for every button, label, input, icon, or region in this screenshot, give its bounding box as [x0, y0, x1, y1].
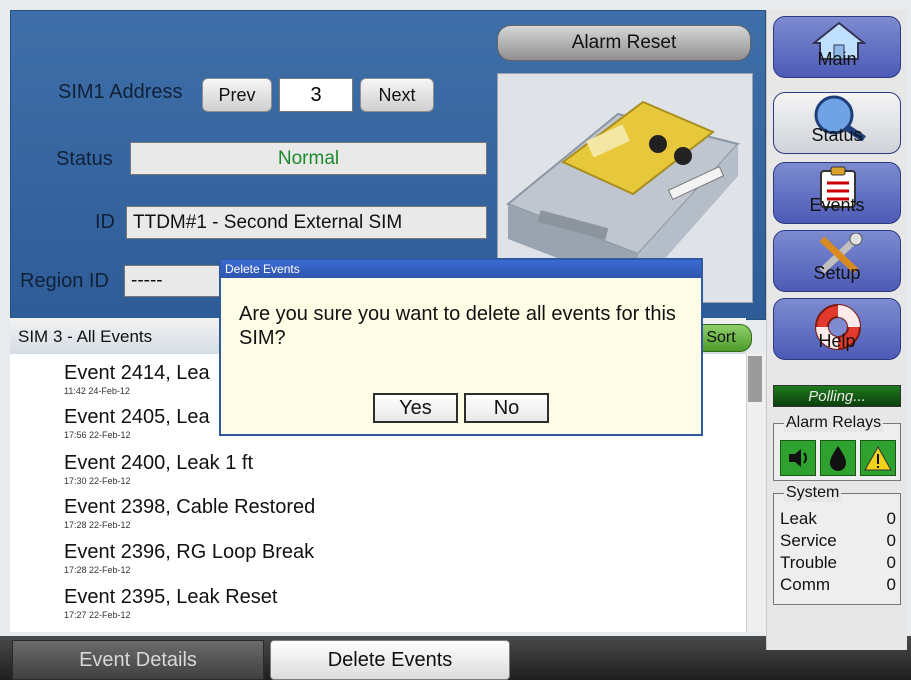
- system-row-label: Comm: [780, 575, 831, 594]
- event-time: 17:27 22-Feb-12: [64, 610, 131, 620]
- alarm-relays-box: Alarm Relays: [773, 414, 901, 481]
- event-title: Event 2400, Leak 1 ft: [64, 452, 254, 474]
- list-item[interactable]: Event 2414, Lea 11:42 24-Feb-12: [64, 362, 210, 396]
- system-box: System Leak 0 Service 0 Trouble 0 Comm 0: [773, 484, 901, 605]
- help-nav-button[interactable]: Help: [773, 298, 901, 360]
- speaker-icon: [780, 440, 816, 476]
- no-button[interactable]: No: [464, 393, 549, 423]
- main-nav-label: Main: [817, 49, 857, 69]
- dialog-title: Delete Events: [225, 262, 300, 276]
- system-row-value: 0: [886, 531, 896, 550]
- warning-icon: [860, 440, 896, 476]
- event-title: Event 2395, Leak Reset: [64, 586, 278, 608]
- events-list-title: SIM 3 - All Events: [18, 327, 153, 346]
- system-row-comm: Comm 0: [780, 574, 896, 596]
- system-row-service: Service 0: [780, 530, 896, 552]
- system-row-label: Service: [780, 531, 837, 550]
- status-nav-button[interactable]: Status: [773, 92, 901, 154]
- list-item[interactable]: Event 2398, Cable Restored 17:28 22-Feb-…: [64, 496, 315, 530]
- list-item[interactable]: Event 2396, RG Loop Break 17:28 22-Feb-1…: [64, 541, 314, 575]
- event-time: 11:42 24-Feb-12: [64, 386, 130, 396]
- system-row-value: 0: [886, 575, 896, 594]
- alarm-relays-label: Alarm Relays: [784, 414, 884, 432]
- system-row-leak: Leak 0: [780, 508, 896, 530]
- dialog-message: Are you sure you want to delete all even…: [239, 303, 676, 349]
- event-time: 17:56 22-Feb-12: [64, 430, 131, 440]
- status-label: Status: [56, 148, 113, 170]
- region-label: Region ID: [20, 270, 109, 292]
- main-nav-button[interactable]: Main: [773, 16, 901, 78]
- event-title: Event 2405, Lea: [64, 406, 210, 428]
- event-details-button[interactable]: Event Details: [12, 640, 264, 680]
- list-item[interactable]: Event 2400, Leak 1 ft 17:30 22-Feb-12: [64, 452, 253, 486]
- list-item[interactable]: Event 2395, Leak Reset 17:27 22-Feb-12: [64, 586, 277, 620]
- event-title: Event 2396, RG Loop Break: [64, 541, 315, 563]
- events-scroll-thumb[interactable]: [748, 356, 762, 402]
- dialog-title-bar: Delete Events: [221, 260, 701, 278]
- list-item[interactable]: Event 2405, Lea 17:56 22-Feb-12: [64, 406, 210, 440]
- polling-indicator: Polling...: [773, 385, 901, 407]
- event-title: Event 2414, Lea: [64, 362, 210, 384]
- prev-button[interactable]: Prev: [202, 78, 272, 112]
- region-field[interactable]: -----: [124, 265, 220, 297]
- system-row-label: Leak: [780, 509, 817, 528]
- events-nav-button[interactable]: Events: [773, 162, 901, 224]
- system-row-label: Trouble: [780, 553, 838, 572]
- event-time: 17:28 22-Feb-12: [64, 520, 131, 530]
- yes-button[interactable]: Yes: [373, 393, 458, 423]
- event-time: 17:28 22-Feb-12: [64, 565, 131, 575]
- address-label: SIM1 Address: [58, 81, 183, 103]
- status-nav-label: Status: [811, 125, 863, 145]
- setup-nav-label: Setup: [813, 263, 861, 283]
- sidebar: Main Status Events Setup Help Polling...…: [766, 10, 907, 650]
- delete-events-button[interactable]: Delete Events: [270, 640, 510, 680]
- alarm-reset-button[interactable]: Alarm Reset: [497, 25, 751, 61]
- leak-drop-icon: [820, 440, 856, 476]
- events-nav-label: Events: [809, 195, 865, 215]
- help-nav-label: Help: [818, 331, 856, 351]
- event-title: Event 2398, Cable Restored: [64, 496, 316, 518]
- setup-nav-button[interactable]: Setup: [773, 230, 901, 292]
- system-row-value: 0: [886, 509, 896, 528]
- id-field[interactable]: TTDM#1 - Second External SIM: [126, 206, 487, 239]
- system-label: System: [784, 484, 842, 502]
- system-counters: Leak 0 Service 0 Trouble 0 Comm 0: [780, 508, 896, 596]
- address-value[interactable]: 3: [279, 78, 353, 112]
- status-field: Normal: [130, 142, 487, 175]
- next-button[interactable]: Next: [360, 78, 434, 112]
- event-time: 17:30 22-Feb-12: [64, 476, 131, 486]
- system-row-trouble: Trouble 0: [780, 552, 896, 574]
- system-row-value: 0: [886, 553, 896, 572]
- id-label: ID: [95, 211, 115, 233]
